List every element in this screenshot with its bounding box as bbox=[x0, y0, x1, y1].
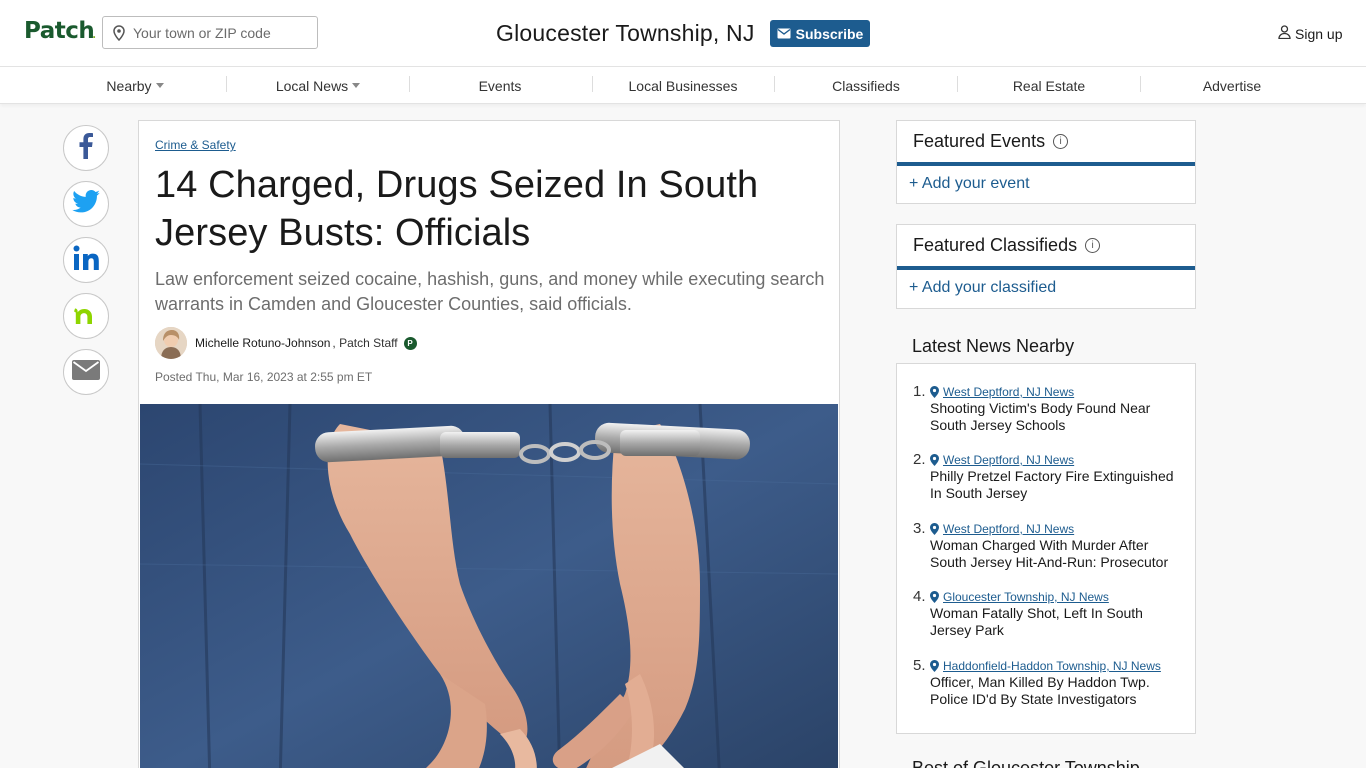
author-avatar[interactable] bbox=[155, 327, 187, 359]
twitter-icon bbox=[72, 190, 100, 218]
location-pin-icon bbox=[930, 454, 939, 466]
nav-item-advertise[interactable]: Advertise bbox=[1141, 67, 1323, 104]
linkedin-icon bbox=[73, 245, 99, 276]
info-icon[interactable]: i bbox=[1085, 238, 1101, 253]
list-item-location-link[interactable]: Haddonfield-Haddon Township, NJ News bbox=[930, 659, 1161, 673]
list-item-title[interactable]: Officer, Man Killed By Haddon Twp. Polic… bbox=[930, 674, 1180, 708]
list-item-number: 2. bbox=[913, 451, 926, 468]
share-twitter-button[interactable] bbox=[63, 181, 109, 227]
location-label: Haddonfield-Haddon Township, NJ News bbox=[943, 659, 1161, 673]
list-item-title[interactable]: Woman Fatally Shot, Left In South Jersey… bbox=[930, 605, 1180, 639]
nav-label: Advertise bbox=[1202, 77, 1262, 94]
author-role: , Patch Staff bbox=[332, 336, 398, 350]
list-item-number: 1. bbox=[913, 383, 926, 400]
nav-item-events[interactable]: Events bbox=[409, 67, 591, 104]
list-item-title[interactable]: Shooting Victim's Body Found Near South … bbox=[930, 400, 1180, 434]
article-card: Crime & Safety 14 Charged, Drugs Seized … bbox=[138, 120, 840, 768]
list-item-number: 3. bbox=[913, 520, 926, 537]
article-summary: Law enforcement seized cocaine, hashish,… bbox=[155, 269, 825, 314]
envelope-icon bbox=[777, 26, 791, 42]
article-byline: Michelle Rotuno-Johnson , Patch Staff P bbox=[195, 336, 417, 350]
list-item-location-link[interactable]: West Deptford, NJ News bbox=[930, 522, 1074, 536]
location-label: West Deptford, NJ News bbox=[943, 453, 1075, 467]
list-item-number: 5. bbox=[913, 657, 926, 674]
latest-news-title: Latest News Nearby bbox=[912, 336, 1075, 356]
location-pin-icon bbox=[113, 25, 125, 46]
latest-news-list: 1. West Deptford, NJ News Shooting Victi… bbox=[896, 363, 1196, 734]
featured-events-header: Featured Events i bbox=[897, 121, 1195, 166]
nav-item-nearby[interactable]: Nearby bbox=[44, 67, 226, 104]
list-item-location-link[interactable]: Gloucester Township, NJ News bbox=[930, 590, 1109, 604]
sign-up-link[interactable]: Sign up bbox=[1278, 25, 1342, 42]
location-pin-icon bbox=[930, 523, 939, 535]
author-name-link[interactable]: Michelle Rotuno-Johnson bbox=[195, 336, 330, 350]
info-icon[interactable]: i bbox=[1053, 134, 1069, 149]
article-hero-image[interactable] bbox=[139, 403, 839, 768]
share-linkedin-button[interactable] bbox=[63, 237, 109, 283]
location-pin-icon bbox=[930, 386, 939, 398]
nav-label: Local Businesses bbox=[628, 77, 738, 94]
nav-label: Events bbox=[478, 77, 522, 94]
location-pin-icon bbox=[930, 660, 939, 672]
facebook-icon bbox=[79, 132, 93, 164]
subscribe-label: Subscribe bbox=[795, 25, 864, 42]
town-title[interactable]: Gloucester Township, NJ bbox=[496, 20, 755, 47]
patch-staff-badge-icon: P bbox=[403, 336, 417, 350]
featured-events-box: Featured Events i + Add your event bbox=[896, 120, 1196, 204]
article-category-link[interactable]: Crime & Safety bbox=[155, 138, 236, 152]
nav-label: Real Estate bbox=[1012, 77, 1086, 94]
town-search-box[interactable] bbox=[102, 16, 318, 49]
share-email-button[interactable] bbox=[63, 349, 109, 395]
nav-label: Nearby bbox=[106, 77, 152, 94]
featured-classifieds-title: Featured Classifieds bbox=[913, 235, 1078, 255]
nav-item-local-news[interactable]: Local News bbox=[227, 67, 409, 104]
nextdoor-icon bbox=[73, 304, 99, 329]
location-label: West Deptford, NJ News bbox=[943, 385, 1075, 399]
location-label: Gloucester Township, NJ News bbox=[943, 590, 1109, 604]
sign-up-label: Sign up bbox=[1295, 25, 1343, 42]
featured-classifieds-box: Featured Classifieds i + Add your classi… bbox=[896, 224, 1196, 309]
location-label: West Deptford, NJ News bbox=[943, 522, 1075, 536]
nav-item-classifieds[interactable]: Classifieds bbox=[775, 67, 957, 104]
share-facebook-button[interactable] bbox=[63, 125, 109, 171]
article-headline: 14 Charged, Drugs Seized In South Jersey… bbox=[155, 164, 759, 254]
nav-item-local-businesses[interactable]: Local Businesses bbox=[592, 67, 774, 104]
add-event-link[interactable]: + Add your event bbox=[897, 166, 1195, 202]
chevron-down-icon bbox=[352, 83, 361, 88]
list-item-location-link[interactable]: West Deptford, NJ News bbox=[930, 385, 1074, 399]
nav-item-real-estate[interactable]: Real Estate bbox=[958, 67, 1140, 104]
nav-label: Classifieds bbox=[832, 77, 900, 94]
location-pin-icon bbox=[930, 591, 939, 603]
best-of-title: Best of Gloucester Township bbox=[912, 758, 1140, 768]
subscribe-button[interactable]: Subscribe bbox=[770, 20, 870, 47]
main-nav: Nearby Local News Events Local Businesse… bbox=[0, 67, 1366, 104]
list-item-title[interactable]: Philly Pretzel Factory Fire Extinguished… bbox=[930, 468, 1180, 502]
list-item-title[interactable]: Woman Charged With Murder After South Je… bbox=[930, 537, 1180, 571]
add-classified-link[interactable]: + Add your classified bbox=[897, 270, 1195, 306]
featured-events-title: Featured Events bbox=[913, 131, 1046, 151]
list-item-number: 4. bbox=[913, 588, 926, 605]
nav-label: Local News bbox=[275, 77, 349, 94]
article-posted-date: Posted Thu, Mar 16, 2023 at 2:55 pm ET bbox=[155, 370, 373, 384]
user-icon bbox=[1278, 25, 1291, 42]
featured-classifieds-header: Featured Classifieds i bbox=[897, 225, 1195, 270]
chevron-down-icon bbox=[155, 83, 164, 88]
site-header: Patch. Gloucester Township, NJ Subscribe… bbox=[0, 0, 1366, 67]
email-icon bbox=[72, 359, 100, 385]
patch-logo[interactable]: Patch. bbox=[24, 18, 96, 44]
town-search-input[interactable] bbox=[133, 23, 313, 43]
share-nextdoor-button[interactable] bbox=[63, 293, 109, 339]
list-item-location-link[interactable]: West Deptford, NJ News bbox=[930, 453, 1074, 467]
logo-text: Patch bbox=[24, 18, 95, 44]
